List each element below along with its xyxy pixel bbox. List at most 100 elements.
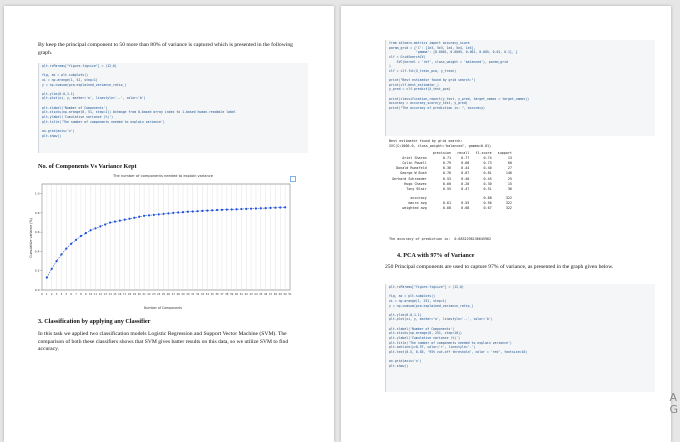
x-tick-label: 40 (235, 292, 239, 296)
y-tick-label: 0.4 (35, 249, 40, 253)
chart-plot-area: 0 1 2 3 4 5 6 7 8 9 10 11 12 13 14 15 16 17 18 19 20 21 22 23 24… (35, 183, 292, 296)
report-cell: 322 (505, 206, 512, 211)
y-tick-label: 0.6 (35, 230, 40, 234)
x-tick-label: 30 (186, 292, 190, 296)
section4-heading: 4. PCA with 97% of Variance (397, 252, 475, 259)
data-point (138, 215, 141, 218)
y-tick-label: 1.0 (35, 192, 40, 196)
x-tick-label: 21 (142, 292, 146, 296)
classification-report-table: precision recall f1-score support Ariel Shar… (389, 151, 515, 211)
x-tick-label: 51 (288, 292, 292, 296)
data-point (65, 247, 68, 250)
data-point (196, 210, 199, 213)
x-tick-label: 27 (172, 292, 176, 296)
x-tick-label: 0 (41, 292, 43, 296)
x-tick-label: 9 (85, 292, 87, 296)
x-tick-label: 1 (46, 292, 48, 296)
data-point (279, 206, 282, 209)
x-tick-label: 23 (152, 292, 156, 296)
x-tick-label: 13 (104, 292, 108, 296)
data-point (50, 267, 53, 270)
data-point (181, 211, 185, 214)
x-tick-label: 35 (211, 292, 215, 296)
code2-line: print("The accuracy of prediction is: ",… (389, 105, 485, 110)
data-point (172, 211, 175, 215)
intro-paragraph: By keep the principal component to 50 mo… (38, 42, 293, 56)
x-tick-label: 50 (283, 292, 287, 296)
data-point (147, 214, 151, 217)
data-point (264, 206, 267, 210)
x-tick-label: 14 (108, 292, 112, 296)
section4-paragraph: 250 Principal components are used to cap… (385, 264, 614, 270)
x-tick-label: 42 (245, 292, 249, 296)
right-page: from sklearn.metrics import accuracy_sco… (341, 6, 671, 442)
x-tick-label: 22 (147, 292, 151, 296)
data-point (123, 218, 126, 221)
x-tick-label: 43 (249, 292, 253, 296)
accuracy-output: The accuracy of prediction is: 0.6832298… (389, 237, 492, 241)
chart-frame (41, 183, 291, 291)
data-point (79, 234, 83, 238)
data-point (215, 208, 219, 212)
x-tick-label: 45 (259, 292, 263, 296)
data-point (89, 229, 92, 232)
x-tick-label: 11 (94, 292, 98, 296)
data-point (177, 211, 180, 214)
data-point (55, 259, 58, 263)
x-tick-label: 32 (196, 292, 200, 296)
data-point (274, 206, 277, 209)
code-block-cumulative-variance[interactable]: plt.rcParams["figure.figsize"] = (12,6) … (38, 63, 308, 153)
data-point (254, 207, 258, 210)
y-tick-label: 0.2 (35, 269, 40, 273)
x-tick-label: 37 (220, 292, 224, 296)
report-cell: 0.68 (461, 206, 470, 211)
data-point (118, 219, 121, 222)
data-point (269, 206, 272, 209)
x-tick-label: 12 (99, 292, 103, 296)
report-cell: 0.67 (483, 206, 492, 211)
data-point (191, 210, 194, 213)
data-point (249, 207, 253, 210)
data-point (167, 212, 170, 215)
x-tick-label: 24 (157, 292, 161, 296)
data-point (259, 207, 262, 210)
data-point (225, 208, 228, 211)
series-line (46, 207, 286, 278)
x-tick-label: 31 (191, 292, 195, 296)
x-tick-label: 2 (51, 292, 53, 296)
x-tick-label: 19 (133, 292, 137, 296)
x-tick-label: 10 (89, 292, 93, 296)
left-page: By keep the principal component to 50 mo… (4, 6, 334, 442)
code1-line: plt.show() (42, 133, 62, 138)
data-point (206, 209, 209, 212)
data-point (186, 210, 189, 213)
report-cell: Gerhard Schroeder (392, 176, 427, 181)
data-point (245, 207, 248, 210)
data-point (128, 217, 131, 220)
data-point (211, 209, 214, 212)
data-point (99, 225, 102, 228)
x-tick-label: 8 (80, 292, 82, 296)
x-tick-label: 16 (118, 292, 122, 296)
x-tick-label: 5 (65, 292, 67, 296)
x-tick-label: 39 (230, 292, 234, 296)
data-point (162, 212, 165, 215)
data-point (230, 208, 233, 211)
data-point (60, 253, 63, 256)
data-point (108, 221, 112, 224)
output-line: SVC(C=1000.0, class_weight='balanced', g… (389, 144, 492, 149)
x-tick-label: 36 (215, 292, 219, 296)
marker-g: G (669, 403, 678, 417)
data-point (235, 208, 238, 211)
grid-search-output: Best estimator found by grid search: SVC(… (389, 139, 491, 149)
x-tick-label: 15 (113, 292, 117, 296)
x-tick-label: 47 (269, 292, 273, 296)
data-point (133, 216, 136, 219)
data-point (94, 227, 97, 230)
image-resize-handle[interactable] (290, 176, 296, 182)
code-block-97-variance[interactable]: plt.rcParams["figure.figsize"] = (12,6) … (385, 284, 655, 392)
data-point (45, 276, 48, 279)
x-tick-label: 17 (123, 292, 127, 296)
data-point (104, 223, 107, 226)
code-block-grid-search[interactable]: from sklearn.metrics import accuracy_sco… (385, 40, 655, 136)
